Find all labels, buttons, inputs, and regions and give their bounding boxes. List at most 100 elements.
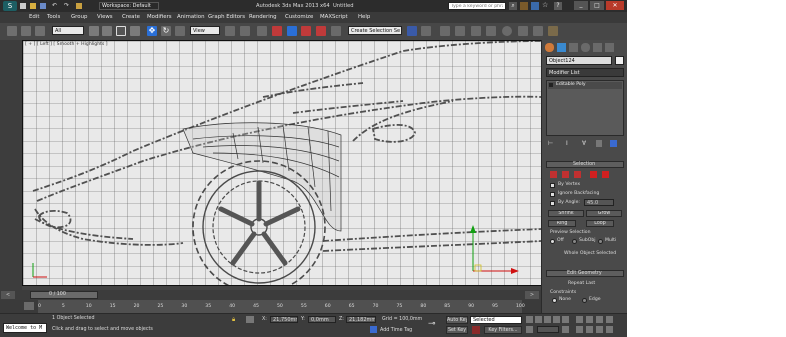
y-coord-field[interactable]: 0,0mm [308, 316, 336, 323]
edit-named-selection-icon[interactable] [331, 26, 341, 36]
shrink-button[interactable]: Shrink [548, 210, 584, 217]
align-icon[interactable] [421, 26, 431, 36]
percent-snap-icon[interactable] [301, 26, 311, 36]
search-input[interactable] [448, 2, 506, 10]
app-logo-icon[interactable]: S [3, 1, 17, 11]
display-tab-icon[interactable] [593, 43, 602, 52]
border-mode-icon[interactable] [574, 171, 581, 178]
maximize-viewport-icon[interactable] [606, 326, 613, 333]
selection-filter-dropdown[interactable]: All [52, 26, 84, 35]
menu-help[interactable]: Help [358, 14, 370, 20]
new-icon[interactable] [20, 3, 26, 9]
help-icon[interactable]: ? [554, 2, 562, 10]
material-editor-icon[interactable] [502, 26, 512, 36]
set-key-button[interactable]: Set Key [446, 326, 468, 334]
curve-editor-icon[interactable] [471, 26, 481, 36]
close-icon[interactable]: ✕ [606, 1, 624, 10]
current-frame-field[interactable] [537, 326, 559, 333]
viewport-left[interactable]: [ + ] [ Left ] [ Smooth + Highlights ] [22, 40, 542, 286]
menu-group[interactable]: Group [71, 14, 87, 20]
reference-coordinate-dropdown[interactable]: View [190, 26, 220, 35]
set-key-icon[interactable]: ⊸ [428, 319, 436, 329]
zoom-extents-all-icon[interactable] [606, 316, 613, 323]
rectangular-selection-icon[interactable] [116, 26, 126, 36]
show-end-result-icon[interactable]: Ι [566, 140, 568, 147]
time-tag-icon[interactable] [370, 326, 377, 333]
previous-frame-icon[interactable] [535, 316, 542, 323]
mirror-icon[interactable] [407, 26, 417, 36]
ignore-backfacing-checkbox[interactable] [550, 192, 555, 197]
render-setup-icon[interactable] [518, 26, 528, 36]
stack-item-toggle-icon[interactable] [549, 83, 553, 87]
snaps-toggle-icon[interactable] [272, 26, 282, 36]
workspace-dropdown[interactable]: Workspace: Default [99, 2, 159, 10]
select-and-rotate-icon[interactable]: ↻ [161, 26, 171, 36]
subscription-icon[interactable] [520, 2, 528, 10]
key-filters-button[interactable]: Key Filters... [484, 326, 522, 334]
key-filter-icon[interactable] [472, 326, 480, 334]
render-production-icon[interactable] [548, 26, 558, 36]
absolute-mode-icon[interactable] [246, 316, 254, 323]
named-selection-set-dropdown[interactable]: Create Selection Se [348, 26, 402, 35]
object-color-swatch[interactable] [615, 56, 624, 65]
hierarchy-tab-icon[interactable] [569, 43, 578, 52]
by-angle-spinner[interactable]: 45.0 [584, 199, 614, 206]
selection-rollout-header[interactable]: Selection [546, 161, 624, 168]
grow-button[interactable]: Grow [586, 210, 622, 217]
preview-multi-radio[interactable] [598, 239, 603, 244]
project-folder-icon[interactable] [76, 3, 82, 9]
menu-modifiers[interactable]: Modifiers [147, 14, 172, 20]
remove-modifier-icon[interactable] [596, 140, 602, 147]
time-configuration-icon[interactable] [562, 326, 569, 333]
open-icon[interactable] [30, 3, 36, 9]
track-bar[interactable]: 0 5 10 15 20 25 30 35 40 45 50 55 60 65 70 75 80 85 90 95 10… [0, 300, 541, 313]
select-and-move-icon[interactable]: ✥ [147, 26, 157, 36]
by-vertex-checkbox[interactable] [550, 183, 555, 188]
time-slider[interactable]: < 0 / 100 > [0, 290, 541, 300]
keyboard-shortcut-override-icon[interactable] [257, 26, 267, 36]
menu-tools[interactable]: Tools [47, 14, 60, 20]
preview-off-radio[interactable] [550, 239, 555, 244]
constraint-none-radio[interactable] [552, 298, 557, 303]
z-coord-field[interactable]: 21,182mm [346, 316, 376, 323]
loop-button[interactable]: Loop [586, 220, 614, 227]
undo-icon[interactable]: ↶ [52, 2, 57, 9]
angle-snap-icon[interactable] [287, 26, 297, 36]
menu-views[interactable]: Views [97, 14, 113, 20]
bind-space-warp-icon[interactable] [35, 26, 45, 36]
minimize-icon[interactable]: _ [574, 1, 588, 10]
graphite-modeling-tools-icon[interactable] [455, 26, 465, 36]
communication-center-icon[interactable] [531, 2, 539, 10]
zoom-all-icon[interactable] [586, 316, 593, 323]
maximize-icon[interactable]: □ [590, 1, 604, 10]
next-frame-icon[interactable] [553, 316, 560, 323]
spinner-snap-icon[interactable] [316, 26, 326, 36]
maxscript-listener[interactable]: Welcome to M [3, 323, 47, 333]
go-to-end-icon[interactable] [562, 316, 569, 323]
lock-selection-icon[interactable]: 🔒︎ [232, 316, 235, 324]
create-tab-icon[interactable] [545, 43, 554, 52]
zoom-icon[interactable] [576, 316, 583, 323]
polygon-mode-icon[interactable] [590, 171, 597, 178]
favorites-icon[interactable]: ☆ [542, 1, 548, 9]
zoom-extents-icon[interactable] [596, 316, 603, 323]
by-angle-checkbox[interactable] [550, 201, 555, 206]
key-mode-toggle-icon[interactable] [526, 326, 533, 333]
add-time-tag[interactable]: Add Time Tag [380, 328, 412, 333]
pin-stack-icon[interactable]: ⊢ [548, 140, 553, 147]
configure-modifier-sets-icon[interactable] [610, 140, 617, 147]
layer-manager-icon[interactable] [440, 26, 450, 36]
rendered-frame-window-icon[interactable] [533, 26, 543, 36]
menu-customize[interactable]: Customize [285, 14, 313, 20]
modify-tab-icon[interactable] [557, 43, 566, 52]
x-coord-field[interactable]: 21,750mm [270, 316, 298, 323]
time-slider-next-icon[interactable]: > [525, 291, 539, 299]
element-mode-icon[interactable] [602, 171, 609, 178]
search-icon[interactable]: ⌕ [509, 2, 517, 10]
save-icon[interactable] [40, 3, 46, 9]
pan-view-icon[interactable] [586, 326, 593, 333]
orbit-icon[interactable] [596, 326, 603, 333]
go-to-start-icon[interactable] [526, 316, 533, 323]
select-by-name-icon[interactable] [102, 26, 112, 36]
time-slider-thumb[interactable]: 0 / 100 [30, 291, 98, 299]
